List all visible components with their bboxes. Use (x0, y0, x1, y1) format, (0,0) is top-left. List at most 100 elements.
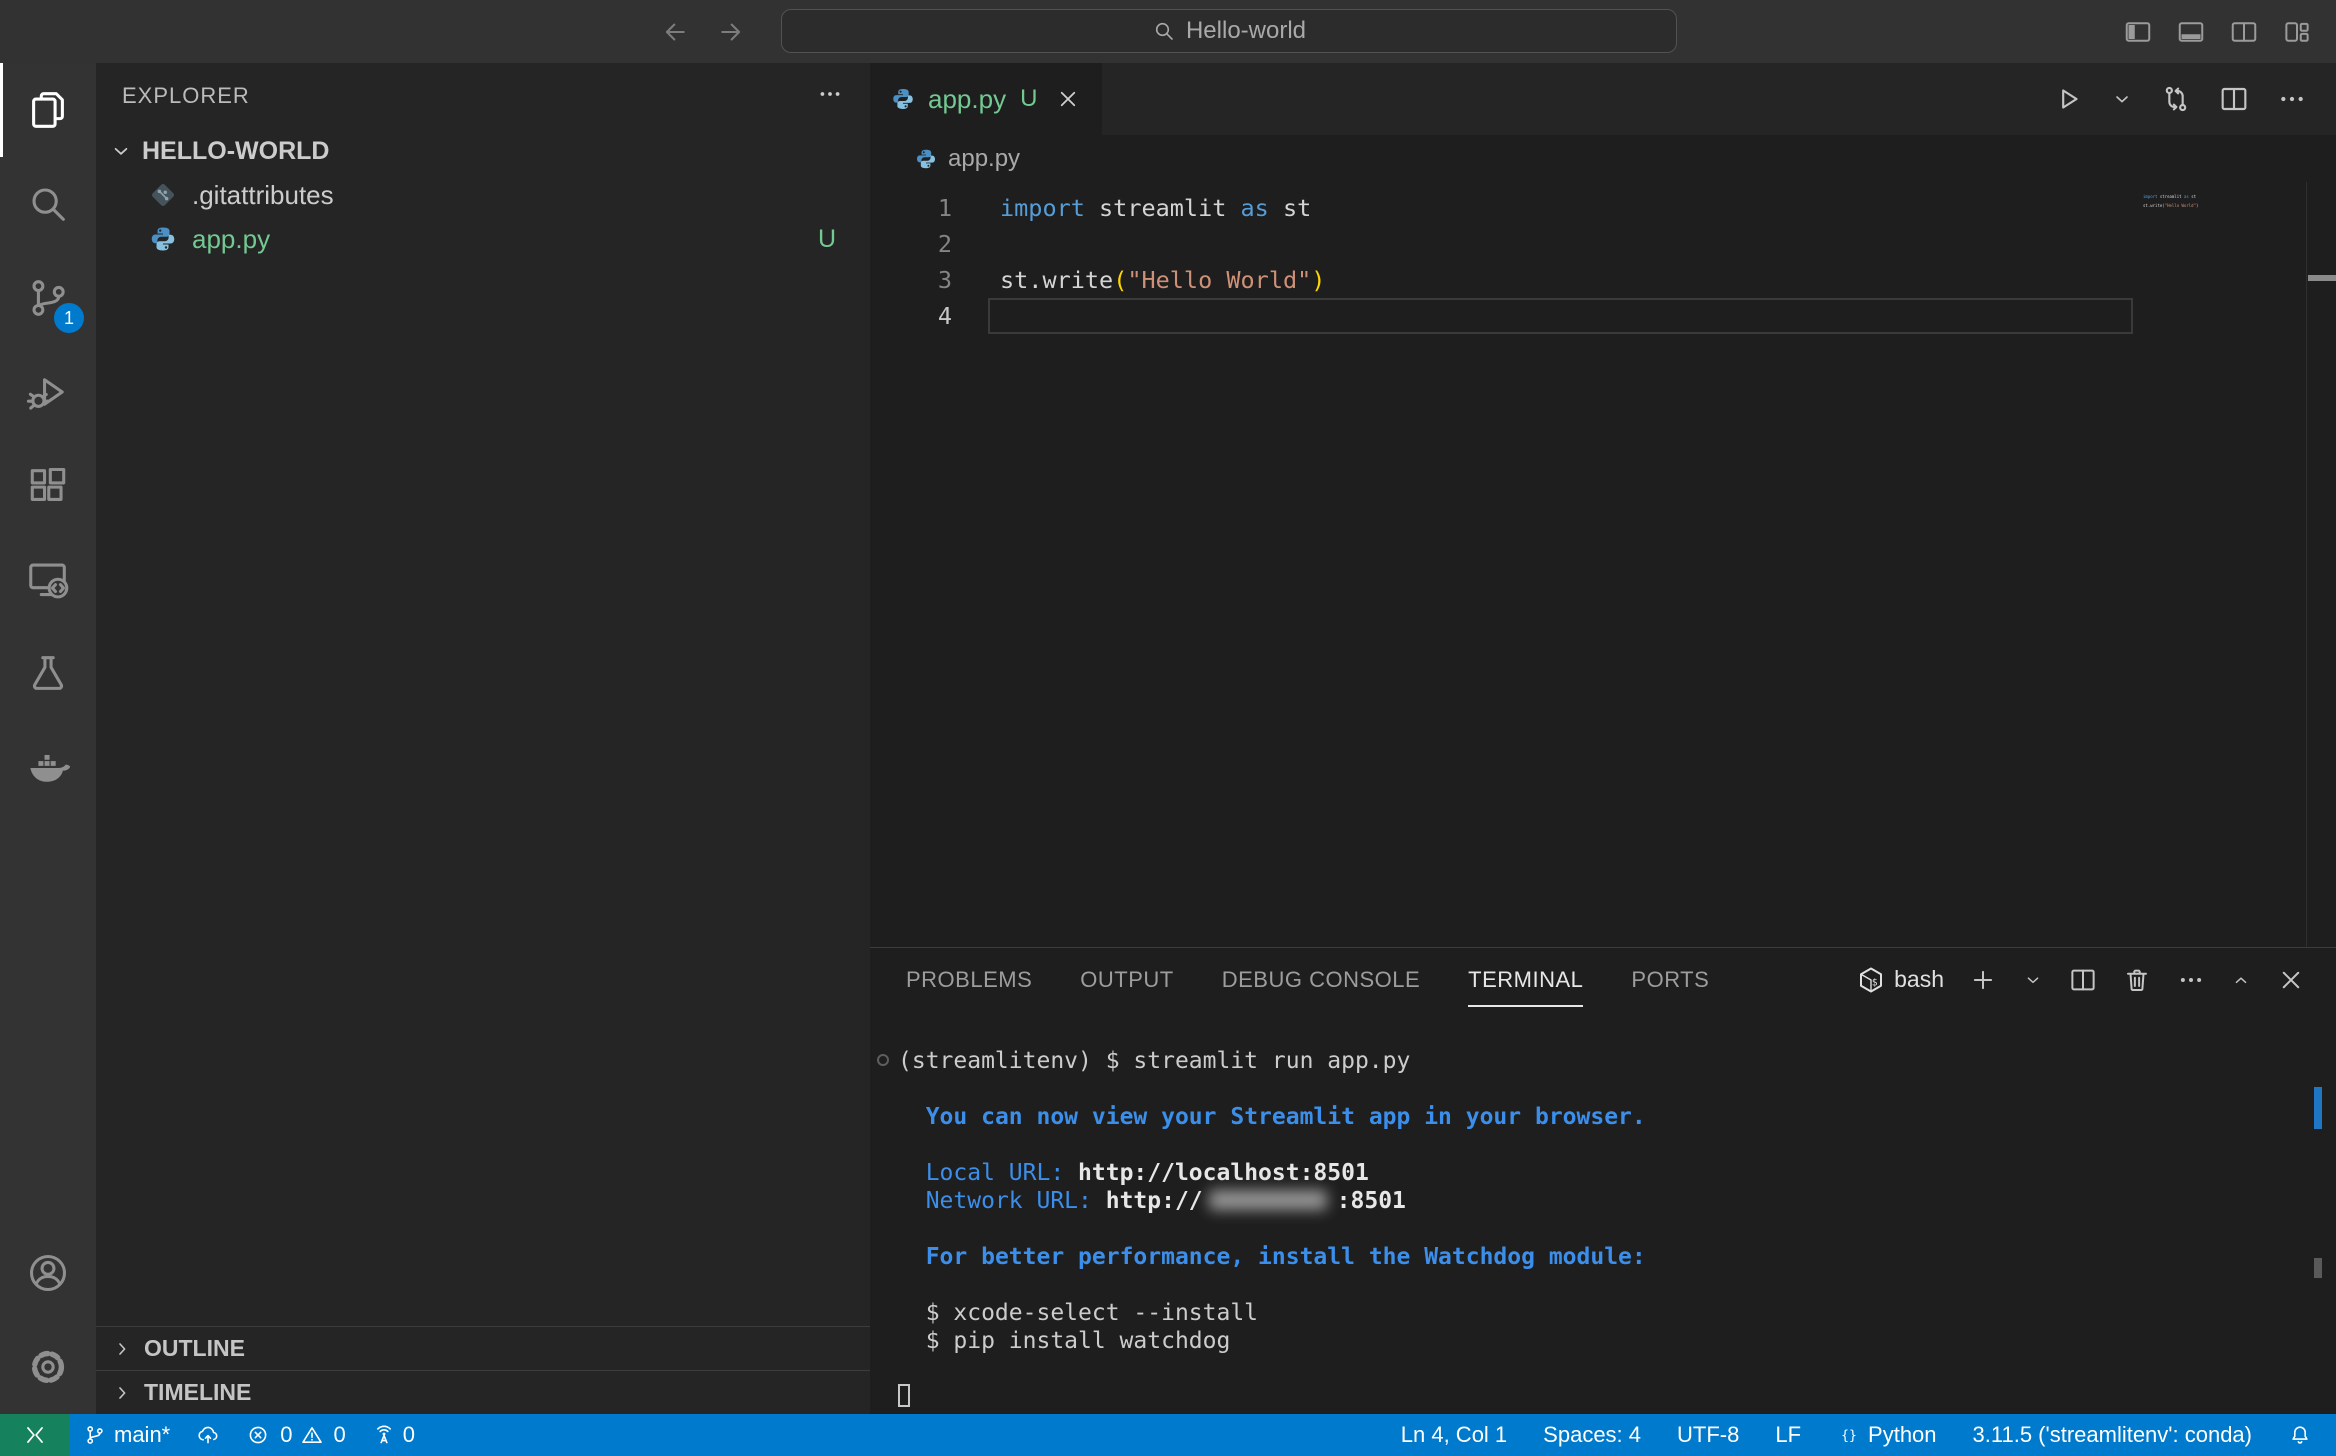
status-notifications[interactable] (2288, 1414, 2312, 1456)
close-icon[interactable] (1055, 86, 1081, 112)
panel-tab-problems[interactable]: PROBLEMS (906, 953, 1032, 1007)
activity-item-remote-explorer[interactable] (0, 533, 96, 627)
status-branch[interactable]: main* (70, 1414, 183, 1456)
status-language-mode[interactable]: {}Python (1837, 1414, 1937, 1456)
sidebar-section-timeline[interactable]: TIMELINE (96, 1370, 870, 1414)
terminal-line: Network URL: http://:8501 (898, 1187, 2336, 1215)
status-python-interpreter[interactable]: 3.11.5 ('streamlitenv': conda) (1973, 1414, 2252, 1456)
layout-sidebar-left-icon[interactable] (2123, 17, 2153, 47)
split-editor-icon[interactable] (2218, 83, 2250, 115)
bell-icon (2288, 1423, 2312, 1447)
status-cursor-position[interactable]: Ln 4, Col 1 (1401, 1414, 1507, 1456)
compare-icon[interactable] (2160, 83, 2192, 115)
status-text: 0 (403, 1422, 415, 1448)
layout-panel-icon[interactable] (2176, 17, 2206, 47)
close-icon[interactable] (2276, 965, 2306, 995)
panel-tab-terminal[interactable]: TERMINAL (1468, 953, 1583, 1007)
activity-item-docker[interactable] (0, 721, 96, 815)
explorer-sidebar: EXPLORER HELLO-WORLD .gitattributesapp.p… (96, 63, 870, 1414)
arrow-right-icon[interactable] (716, 17, 746, 47)
split-editor-icon[interactable] (2068, 965, 2098, 995)
file-item-gitattributes[interactable]: .gitattributes (96, 173, 870, 217)
code-line: 4 (870, 298, 2336, 334)
python-icon (914, 147, 938, 171)
activity-item-search[interactable] (0, 157, 96, 251)
sidebar-section-outline[interactable]: OUTLINE (96, 1326, 870, 1370)
account-icon (25, 1250, 71, 1296)
code-line: 3st.write("Hello World") (870, 262, 2336, 298)
activity-item-source-control[interactable]: 1 (0, 251, 96, 345)
section-label: TIMELINE (144, 1379, 251, 1406)
plus-icon[interactable] (1968, 965, 1998, 995)
panel-tab-ports[interactable]: PORTS (1631, 953, 1709, 1007)
tab-git-status: U (1020, 85, 1037, 113)
status-indentation[interactable]: Spaces: 4 (1543, 1414, 1641, 1456)
activity-item-settings[interactable] (0, 1320, 96, 1414)
editor-group: app.py U app.py 1import streamlit as st2… (870, 63, 2336, 1414)
chevron-down-icon[interactable] (2110, 87, 2134, 111)
chevron-down-icon[interactable] (2022, 969, 2044, 991)
breadcrumb-label: app.py (948, 145, 1020, 173)
layout-controls (2123, 0, 2312, 63)
run-icon[interactable] (2052, 83, 2084, 115)
search-icon (1152, 19, 1176, 43)
explorer-more-actions[interactable] (816, 80, 844, 113)
status-text: 3.11.5 ('streamlitenv': conda) (1973, 1422, 2252, 1448)
ellipsis-icon[interactable] (2276, 83, 2308, 115)
terminal-line: (streamlitenv) $ streamlit run app.py (898, 1047, 2336, 1075)
command-decoration-icon (877, 1054, 889, 1066)
minimap[interactable]: import streamlit as stst.write("Hello Wo… (2133, 190, 2306, 947)
panel-tab-output[interactable]: OUTPUT (1080, 953, 1173, 1007)
terminal[interactable]: (streamlitenv) $ streamlit run app.py Yo… (870, 1011, 2336, 1411)
chevron-up-icon[interactable] (2230, 969, 2252, 991)
terminal-scroll-mark (2314, 1258, 2322, 1278)
line-number: 1 (870, 190, 988, 226)
command-center-search[interactable]: Hello-world (781, 9, 1677, 53)
warning-icon (300, 1423, 324, 1447)
folder-root[interactable]: HELLO-WORLD (96, 129, 870, 173)
tab-app-py[interactable]: app.py U (870, 63, 1102, 135)
trash-icon[interactable] (2122, 965, 2152, 995)
activity-item-accounts[interactable] (0, 1226, 96, 1320)
braces-icon: {} (1837, 1423, 1861, 1447)
status-remote-indicator[interactable] (0, 1414, 70, 1456)
arrow-left-icon[interactable] (660, 17, 690, 47)
python-icon (890, 86, 916, 112)
section-label: OUTLINE (144, 1335, 245, 1362)
activity-item-extensions[interactable] (0, 439, 96, 533)
python-icon (148, 224, 178, 254)
activity-item-testing[interactable] (0, 627, 96, 721)
search-icon (25, 181, 71, 227)
status-eol[interactable]: LF (1775, 1414, 1801, 1456)
code-line: 1 import streamlit as st (870, 190, 2336, 226)
status-count: 0 (334, 1422, 346, 1448)
terminal-scroll-mark (2314, 1087, 2322, 1129)
beaker-icon (25, 651, 71, 697)
status-encoding[interactable]: UTF-8 (1677, 1414, 1739, 1456)
panel-tab-debug-console[interactable]: DEBUG CONSOLE (1222, 953, 1420, 1007)
branch-icon (83, 1423, 107, 1447)
minimap-line: import streamlit as st (2143, 192, 2306, 201)
terminal-shell-select[interactable]: $bash (1856, 965, 1944, 995)
line-number: 4 (870, 298, 988, 334)
breadcrumb[interactable]: app.py (870, 135, 2336, 182)
layout-customize-icon[interactable] (2282, 17, 2312, 47)
code-editor[interactable]: 1import streamlit as st23st.write("Hello… (870, 182, 2336, 947)
code-text (988, 298, 2133, 334)
terminal-line (898, 1355, 2336, 1383)
activity-item-run-debug[interactable] (0, 345, 96, 439)
line-number: 3 (870, 262, 988, 298)
status-forwarded-ports[interactable]: 0 (359, 1414, 428, 1456)
status-publish[interactable] (183, 1414, 233, 1456)
status-problems[interactable]: 00 (233, 1414, 359, 1456)
panel-header: PROBLEMS OUTPUT DEBUG CONSOLE TERMINAL PORTS… (870, 948, 2336, 1011)
redacted-ip (1209, 1190, 1327, 1210)
file-name: .gitattributes (192, 180, 334, 211)
ellipsis-icon[interactable] (2176, 965, 2206, 995)
activity-item-explorer[interactable] (0, 63, 96, 157)
bottom-panel: PROBLEMS OUTPUT DEBUG CONSOLE TERMINAL PORTS… (870, 947, 2336, 1414)
chevron-right-icon (110, 1337, 134, 1361)
gear-icon (25, 1344, 71, 1390)
layout-sidebar-right-icon[interactable] (2229, 17, 2259, 47)
file-item-app-py[interactable]: app.pyU (96, 217, 870, 261)
